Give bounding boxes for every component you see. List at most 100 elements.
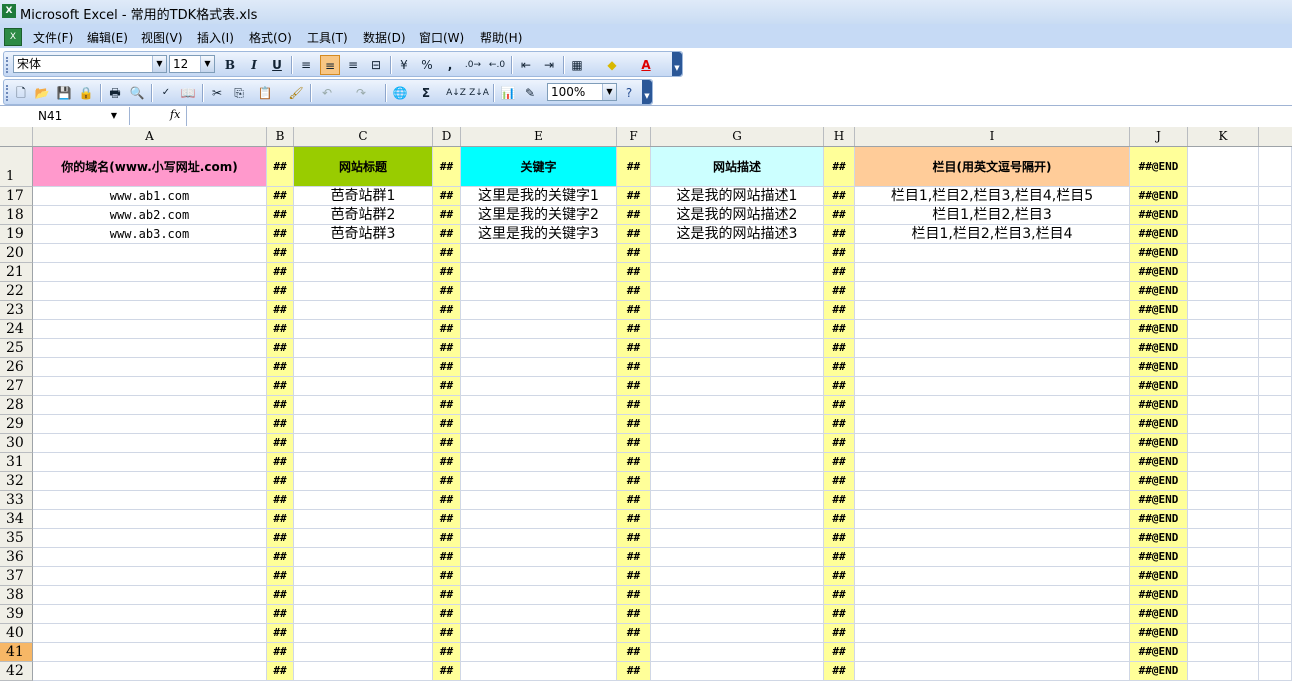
cell-e40[interactable]: [461, 624, 617, 643]
cell-d28[interactable]: ##: [433, 396, 461, 415]
cell-c29[interactable]: [294, 415, 433, 434]
cell-d33[interactable]: ##: [433, 491, 461, 510]
cell-h27[interactable]: ##: [824, 377, 855, 396]
cell-f18[interactable]: ##: [617, 206, 651, 225]
increase-decimal-icon[interactable]: .0→: [463, 55, 483, 75]
cell-z37[interactable]: [1259, 567, 1292, 586]
cell-z22[interactable]: [1259, 282, 1292, 301]
cell-j37[interactable]: ##@END: [1130, 567, 1188, 586]
cell-c31[interactable]: [294, 453, 433, 472]
cell-k31[interactable]: [1188, 453, 1259, 472]
cell-d39[interactable]: ##: [433, 605, 461, 624]
fill-color-icon[interactable]: ◆: [602, 55, 622, 75]
cell-c33[interactable]: [294, 491, 433, 510]
cell-i37[interactable]: [855, 567, 1130, 586]
menu-data[interactable]: 数据(D): [363, 29, 406, 46]
cell-j31[interactable]: ##@END: [1130, 453, 1188, 472]
cell-e41[interactable]: [461, 643, 617, 662]
cell-b31[interactable]: ##: [267, 453, 294, 472]
cell-a25[interactable]: [33, 339, 267, 358]
cell-j21[interactable]: ##@END: [1130, 263, 1188, 282]
column-header-f[interactable]: F: [617, 127, 651, 146]
spelling-icon[interactable]: ✓: [156, 83, 176, 103]
cell-f22[interactable]: ##: [617, 282, 651, 301]
cell-d22[interactable]: ##: [433, 282, 461, 301]
cell-b22[interactable]: ##: [267, 282, 294, 301]
cell-k33[interactable]: [1188, 491, 1259, 510]
row-header-35[interactable]: 35: [0, 529, 33, 548]
row-header-28[interactable]: 28: [0, 396, 33, 415]
row-header-31[interactable]: 31: [0, 453, 33, 472]
undo-icon[interactable]: ↶: [317, 83, 337, 103]
toolbar-grip[interactable]: [6, 57, 11, 73]
font-size-combo[interactable]: 12 ▼: [169, 55, 215, 73]
cell-j17[interactable]: ##@END: [1130, 187, 1188, 206]
header-cell-d[interactable]: ##: [433, 147, 461, 187]
cell-k22[interactable]: [1188, 282, 1259, 301]
cell-g18[interactable]: 这是我的网站描述2: [651, 206, 824, 225]
cell-f33[interactable]: ##: [617, 491, 651, 510]
cell-z39[interactable]: [1259, 605, 1292, 624]
cell-a24[interactable]: [33, 320, 267, 339]
cell-z29[interactable]: [1259, 415, 1292, 434]
cell-b23[interactable]: ##: [267, 301, 294, 320]
cell-k40[interactable]: [1188, 624, 1259, 643]
cell-b26[interactable]: ##: [267, 358, 294, 377]
cell-z25[interactable]: [1259, 339, 1292, 358]
header-cell-b[interactable]: ##: [267, 147, 294, 187]
cell-d19[interactable]: ##: [433, 225, 461, 244]
cell-e17[interactable]: 这里是我的关键字1: [461, 187, 617, 206]
cell-i32[interactable]: [855, 472, 1130, 491]
cell-h23[interactable]: ##: [824, 301, 855, 320]
cell-f41[interactable]: ##: [617, 643, 651, 662]
cell-d42[interactable]: ##: [433, 662, 461, 681]
font-color-icon[interactable]: A: [636, 55, 656, 75]
chevron-down-icon[interactable]: ▼: [602, 84, 616, 100]
cell-a36[interactable]: [33, 548, 267, 567]
cell-f32[interactable]: ##: [617, 472, 651, 491]
cell-b32[interactable]: ##: [267, 472, 294, 491]
cell-h35[interactable]: ##: [824, 529, 855, 548]
cell-d27[interactable]: ##: [433, 377, 461, 396]
cell-a33[interactable]: [33, 491, 267, 510]
cell-f28[interactable]: ##: [617, 396, 651, 415]
cell-a22[interactable]: [33, 282, 267, 301]
cell-b40[interactable]: ##: [267, 624, 294, 643]
cell-b24[interactable]: ##: [267, 320, 294, 339]
redo-icon[interactable]: ↷: [351, 83, 371, 103]
cell-i20[interactable]: [855, 244, 1130, 263]
toolbar-options-icon[interactable]: ▼: [672, 52, 682, 76]
cell-z41[interactable]: [1259, 643, 1292, 662]
header-cell-f[interactable]: ##: [617, 147, 651, 187]
cell-a41[interactable]: [33, 643, 267, 662]
cell-e33[interactable]: [461, 491, 617, 510]
cell-g33[interactable]: [651, 491, 824, 510]
cell-h36[interactable]: ##: [824, 548, 855, 567]
cell-c41[interactable]: [294, 643, 433, 662]
cell-f24[interactable]: ##: [617, 320, 651, 339]
cell-j35[interactable]: ##@END: [1130, 529, 1188, 548]
cell-i21[interactable]: [855, 263, 1130, 282]
menu-file[interactable]: 文件(F): [33, 29, 73, 46]
cell-a17[interactable]: www.ab1.com: [33, 187, 267, 206]
column-header-h[interactable]: H: [824, 127, 855, 146]
row-header-19[interactable]: 19: [0, 225, 33, 244]
percent-icon[interactable]: %: [417, 55, 437, 75]
increase-indent-icon[interactable]: ⇥: [539, 55, 559, 75]
cell-k26[interactable]: [1188, 358, 1259, 377]
cell-g23[interactable]: [651, 301, 824, 320]
cell-j36[interactable]: ##@END: [1130, 548, 1188, 567]
cell-d20[interactable]: ##: [433, 244, 461, 263]
cell-h25[interactable]: ##: [824, 339, 855, 358]
header-cell-e[interactable]: 关键字: [461, 147, 617, 187]
cell-j18[interactable]: ##@END: [1130, 206, 1188, 225]
cell-f35[interactable]: ##: [617, 529, 651, 548]
header-cell-c[interactable]: 网站标题: [294, 147, 433, 187]
cell-i29[interactable]: [855, 415, 1130, 434]
row-header-37[interactable]: 37: [0, 567, 33, 586]
cell-e25[interactable]: [461, 339, 617, 358]
cell-h30[interactable]: ##: [824, 434, 855, 453]
cell-g31[interactable]: [651, 453, 824, 472]
research-icon[interactable]: 📖: [178, 83, 198, 103]
cell-j24[interactable]: ##@END: [1130, 320, 1188, 339]
